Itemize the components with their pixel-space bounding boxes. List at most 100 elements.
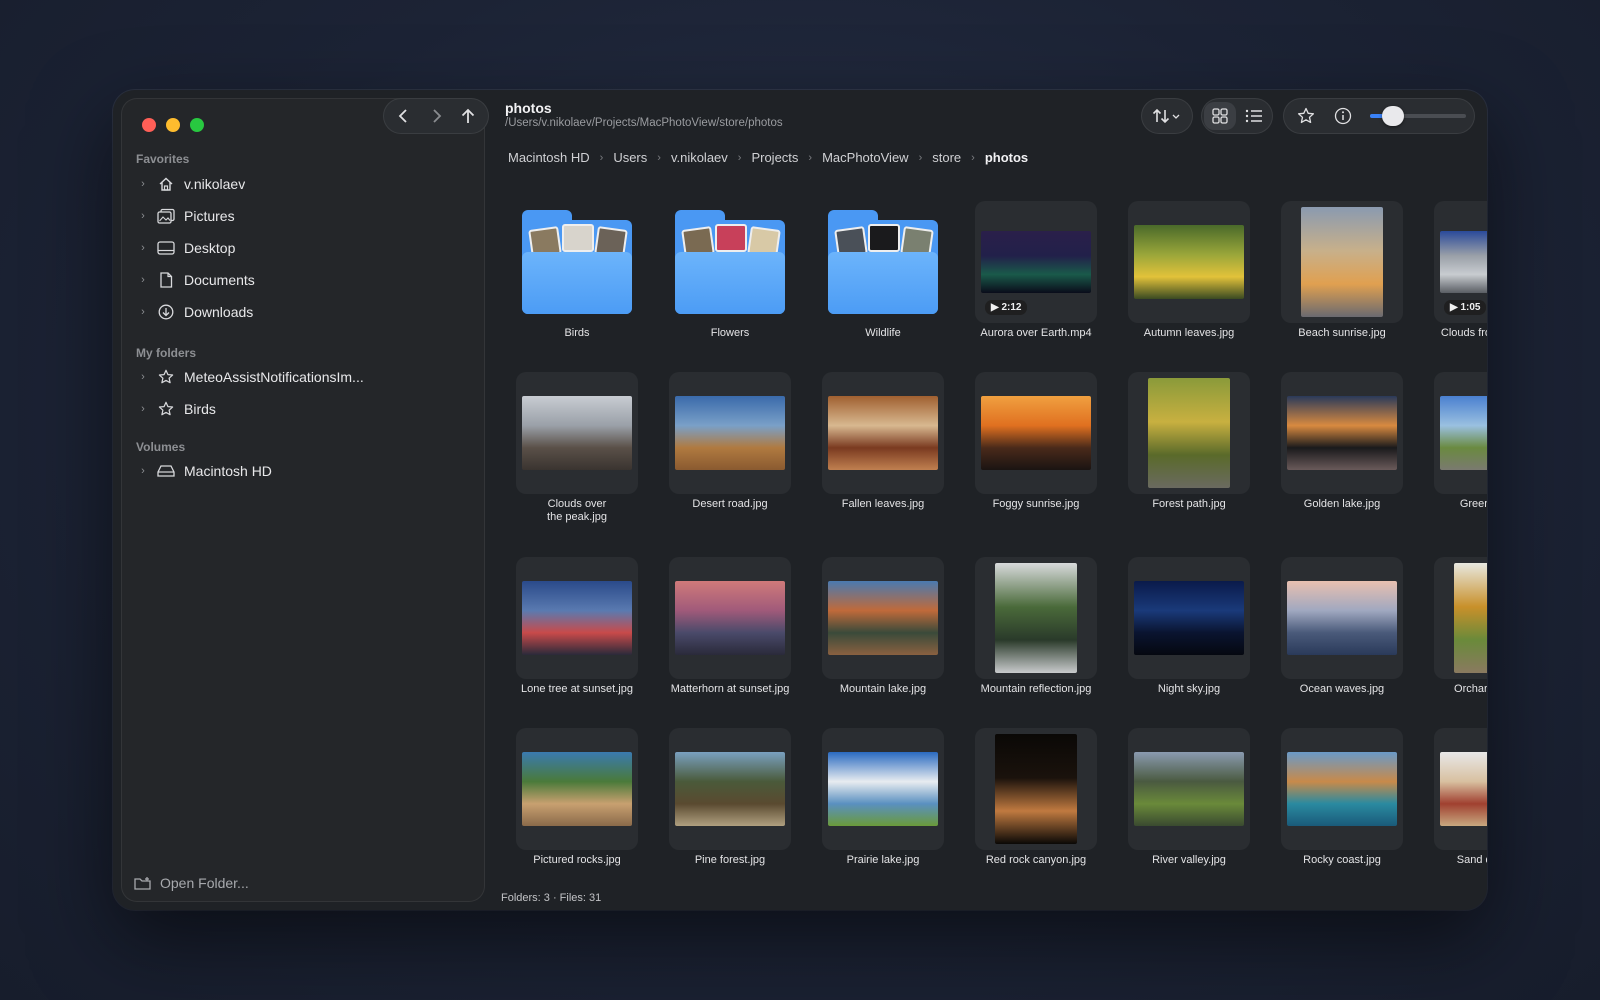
duration-text: 2:12 — [1001, 302, 1022, 313]
up-button[interactable] — [452, 102, 484, 130]
breadcrumb-item[interactable]: Users — [611, 150, 649, 165]
thumbnail — [1281, 201, 1403, 323]
sidebar-item-label: Pictures — [184, 208, 235, 224]
sidebar-item-label: Macintosh HD — [184, 463, 272, 479]
sidebar-item-label: Downloads — [184, 304, 254, 320]
breadcrumb-separator-icon: › — [657, 151, 661, 164]
thumbnail — [669, 372, 791, 494]
desktop-icon — [156, 238, 176, 258]
image-preview — [1134, 225, 1244, 299]
chevron-right-icon[interactable]: › — [136, 242, 150, 254]
breadcrumb-item[interactable]: v.nikolaev — [669, 150, 730, 165]
thumbnail: ▶ 1:05 — [1434, 201, 1487, 323]
actions-group — [1283, 98, 1475, 134]
item-name: Green hills.jpg — [1459, 498, 1487, 510]
sidebar-item-macintosh-hd[interactable]: › Macintosh HD — [136, 457, 472, 485]
arrow-up-icon — [461, 108, 475, 123]
star-icon — [156, 399, 176, 419]
sidebar-item-label: Birds — [184, 401, 216, 417]
title-block: photos /Users/v.nikolaev/Projects/MacPho… — [505, 100, 783, 129]
thumbnail — [1128, 372, 1250, 494]
thumbnail — [822, 372, 944, 494]
chevron-right-icon[interactable]: › — [136, 178, 150, 190]
image-preview — [675, 581, 785, 655]
image-preview — [675, 396, 785, 470]
thumbnail — [975, 372, 1097, 494]
drive-icon — [156, 461, 176, 481]
sidebar-item-downloads[interactable]: › Downloads — [136, 298, 472, 326]
breadcrumb-separator-icon: › — [737, 151, 742, 164]
item-name: Clouds over the peak.jpg — [504, 498, 650, 524]
chevron-right-icon[interactable]: › — [136, 306, 150, 318]
item-name: Birds — [564, 327, 590, 339]
image-preview — [1440, 231, 1487, 293]
window-path: /Users/v.nikolaev/Projects/MacPhotoView/… — [505, 117, 783, 129]
breadcrumb-item[interactable]: store — [930, 150, 963, 165]
item-name: Aurora over Earth.mp4 — [980, 327, 1092, 339]
chevron-right-icon[interactable]: › — [136, 403, 150, 415]
chevron-right-icon[interactable]: › — [136, 371, 150, 383]
folder-icon — [516, 201, 638, 323]
breadcrumb-item[interactable]: MacPhotoView — [820, 150, 910, 165]
breadcrumb-separator-icon: › — [971, 151, 975, 164]
image-preview — [1287, 581, 1397, 655]
sort-menu-button[interactable] — [1141, 98, 1193, 134]
star-icon — [1298, 107, 1315, 124]
breadcrumb-item[interactable]: photos — [983, 150, 1030, 165]
item-name: Rocky coast.jpg — [1303, 854, 1381, 866]
item-name: Pine forest.jpg — [694, 854, 766, 866]
sidebar-item-v-nikolaev[interactable]: › v.nikolaev — [136, 170, 472, 198]
sidebar: Favorites › v.nikolaev › Pictures › Desktop › D… — [121, 98, 485, 902]
item-name: River valley.jpg — [1152, 854, 1226, 866]
sidebar-item-birds[interactable]: › Birds — [136, 395, 472, 423]
chevron-right-icon[interactable]: › — [136, 274, 150, 286]
item-name: Red rock canyon.jpg — [985, 854, 1087, 866]
zoom-slider[interactable] — [1369, 106, 1466, 126]
favorite-button[interactable] — [1292, 102, 1321, 130]
item-name: Mountain lake.jpg — [839, 683, 927, 695]
image-preview — [1287, 396, 1397, 470]
image-preview — [1287, 752, 1397, 826]
breadcrumb-separator-icon: › — [918, 151, 923, 164]
zoom-window-button[interactable] — [190, 118, 204, 132]
item-name: Autumn leaves.jpg — [1143, 327, 1235, 339]
item-name: Flowers — [710, 327, 750, 339]
close-window-button[interactable] — [142, 118, 156, 132]
chevron-right-icon[interactable]: › — [136, 210, 150, 222]
grid-view-button[interactable] — [1204, 102, 1236, 130]
item-name: Forest path.jpg — [1152, 498, 1226, 510]
open-folder-button[interactable]: Open Folder... — [134, 875, 249, 891]
sidebar-item-pictures[interactable]: › Pictures — [136, 202, 472, 230]
list-icon — [1245, 109, 1262, 123]
thumbnail — [669, 557, 791, 679]
sidebar-item-desktop[interactable]: › Desktop — [136, 234, 472, 262]
chevron-left-icon — [398, 109, 407, 123]
item-name: Prairie lake.jpg — [846, 854, 920, 866]
item-name: Night sky.jpg — [1157, 683, 1221, 695]
item-name: Foggy sunrise.jpg — [992, 498, 1080, 510]
list-view-button[interactable] — [1238, 102, 1270, 130]
info-button[interactable] — [1329, 102, 1358, 130]
item-name: Pictured rocks.jpg — [533, 854, 621, 866]
breadcrumb-item[interactable]: Projects — [749, 150, 800, 165]
video-duration-badge: ▶ 1:05 — [1444, 300, 1487, 315]
minimize-window-button[interactable] — [166, 118, 180, 132]
forward-button[interactable] — [420, 102, 452, 130]
open-folder-label: Open Folder... — [160, 875, 249, 891]
grid-icon — [1212, 108, 1228, 124]
window-controls — [142, 118, 204, 132]
item-name: Lone tree at sunset.jpg — [521, 683, 633, 695]
item-name: Orchard path.jpg — [1454, 683, 1487, 695]
sidebar-item-meteoassistnotificationsim[interactable]: › MeteoAssistNotificationsIm... — [136, 363, 472, 391]
sidebar-item-documents[interactable]: › Documents — [136, 266, 472, 294]
chevron-right-icon[interactable]: › — [136, 465, 150, 477]
back-button[interactable] — [388, 102, 420, 130]
image-preview — [522, 581, 632, 655]
thumbnail — [1434, 372, 1487, 494]
thumbnail — [975, 728, 1097, 850]
thumbnail — [1128, 728, 1250, 850]
zoom-slider-knob[interactable] — [1381, 106, 1404, 126]
myfolders-section-label: My folders — [136, 346, 197, 360]
status-bar: Folders: 3 · Files: 31 — [501, 892, 602, 904]
breadcrumb-item[interactable]: Macintosh HD — [506, 150, 592, 165]
